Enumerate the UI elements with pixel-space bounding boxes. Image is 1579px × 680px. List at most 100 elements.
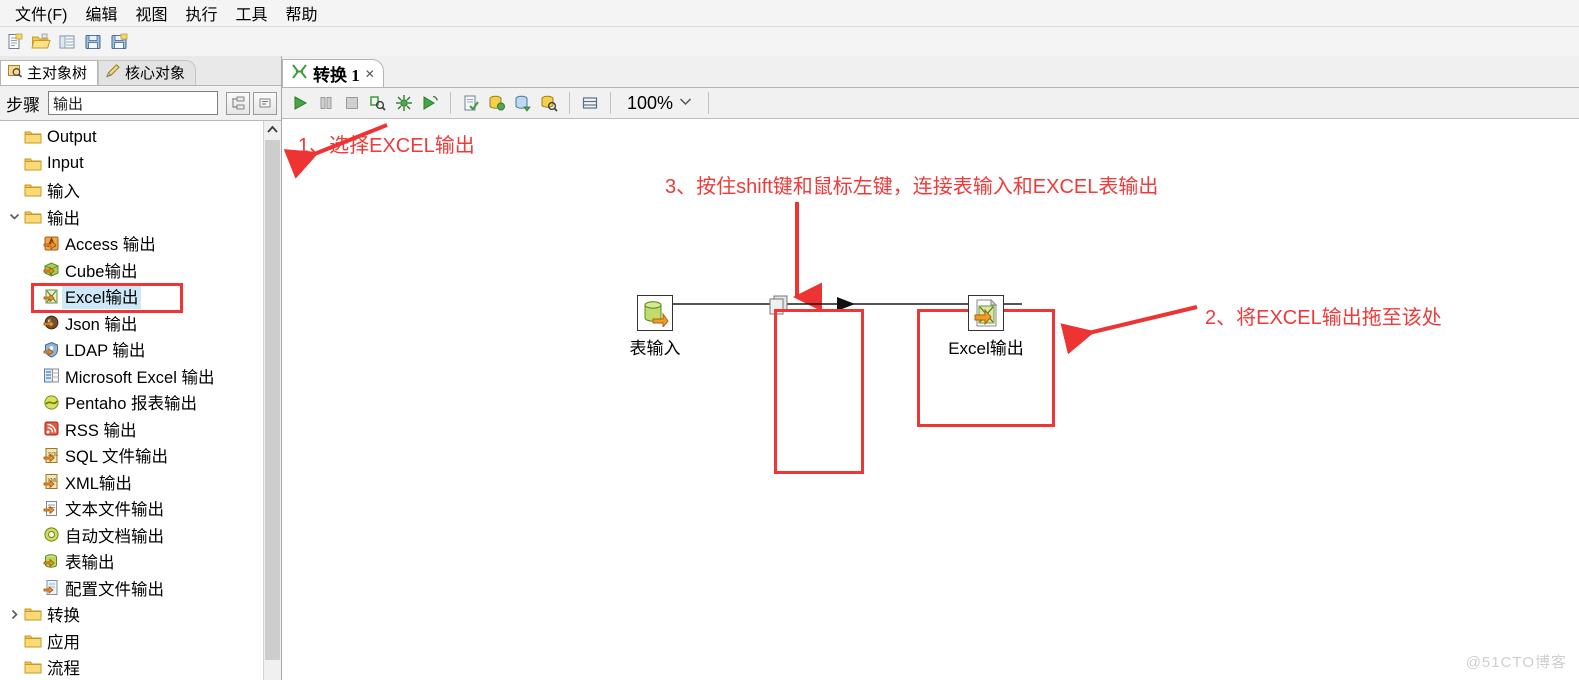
highlight-box-connection (774, 309, 864, 474)
table-output-icon (40, 553, 62, 570)
tree-item-label: 自动文档输出 (65, 527, 164, 546)
close-icon[interactable]: ✕ (365, 67, 375, 81)
tree-item-label: Access 输出 (65, 236, 156, 255)
folder-icon (22, 209, 44, 225)
scrollbar-thumb[interactable] (265, 140, 280, 660)
annotation-step-2: 2、将EXCEL输出拖至该处 (1205, 307, 1442, 329)
step-search-input[interactable]: 输出 (48, 91, 218, 115)
editor-toolbar: 100% (282, 88, 1579, 119)
chevron-down-icon[interactable] (679, 97, 692, 109)
annotation-arrow-2 (1060, 305, 1198, 355)
preview-button[interactable] (366, 91, 390, 115)
highlight-box-excel-output-tree-item (31, 283, 183, 313)
tree-item[interactable]: Output (0, 124, 264, 151)
show-grid-button[interactable] (578, 91, 602, 115)
folder-icon (22, 182, 44, 198)
tree-item-label: SQL 文件输出 (65, 448, 168, 467)
canvas-step-excel-output-label: Excel输出 (948, 339, 1024, 358)
tree-item[interactable]: Microsoft Excel 输出 (0, 363, 264, 390)
tree-item[interactable]: XML XML输出 (0, 469, 264, 496)
tree-item-label: 输入 (47, 183, 80, 202)
auto-doc-output-icon (40, 526, 62, 543)
tree-item[interactable]: RSS 输出 (0, 416, 264, 443)
tab-main-object-tree[interactable]: 主对象树 (0, 60, 99, 85)
chevron-right-icon[interactable] (6, 609, 22, 620)
generate-sql-button[interactable] (511, 91, 535, 115)
tree-item[interactable]: 输出 (0, 204, 264, 231)
pencil-icon (105, 63, 121, 83)
tree-item[interactable]: 配置文件输出 (0, 575, 264, 602)
steps-tree-list: Output Input 输入 输出 Access 输出 Cube输出 Excel输出 Jso… (0, 121, 264, 680)
xml-output-icon: XML (40, 473, 62, 490)
tree-item[interactable]: Json 输出 (0, 310, 264, 337)
main-split: 主对象树 核心对象 步骤 输出 Output Input 输入 输出 Acces… (0, 56, 1579, 680)
tree-item-label: 表输出 (65, 554, 115, 573)
tree-item[interactable]: Input (0, 151, 264, 178)
folder-icon (22, 659, 44, 675)
toolbar-separator-2 (569, 92, 570, 114)
tree-item[interactable]: 流程 (0, 654, 264, 680)
menu-help[interactable]: 帮助 (277, 0, 327, 27)
tree-item-label: 输出 (47, 209, 80, 228)
tree-item[interactable]: Access 输出 (0, 230, 264, 257)
step-search-row: 步骤 输出 (0, 86, 281, 120)
tab-transformation-1[interactable]: 转换 1 ✕ (282, 59, 384, 87)
canvas-step-table-input[interactable]: 表输入 (610, 295, 700, 359)
tree-vertical-scrollbar[interactable] (263, 121, 281, 680)
toolbar-separator-4 (708, 92, 710, 114)
tree-item[interactable]: 输入 (0, 177, 264, 204)
table-input-step-icon (637, 295, 673, 331)
tree-item[interactable]: 表输出 (0, 548, 264, 575)
tree-item[interactable]: Cube输出 (0, 257, 264, 284)
text-file-output-icon (40, 500, 62, 517)
save-as-button[interactable] (108, 31, 130, 53)
impact-analysis-button[interactable] (485, 91, 509, 115)
menu-edit[interactable]: 编辑 (76, 0, 126, 27)
menu-bar: 文件(F) 编辑 视图 执行 工具 帮助 (0, 0, 1579, 27)
repository-explorer-button[interactable] (56, 31, 78, 53)
tab-core-objects[interactable]: 核心对象 (98, 60, 197, 85)
inspect-data-button[interactable] (537, 91, 561, 115)
excel-output-step-icon (968, 295, 1004, 331)
cube-output-icon (40, 261, 62, 278)
menu-file[interactable]: 文件(F) (6, 0, 76, 27)
debug-button[interactable] (392, 91, 416, 115)
annotation-step-3: 3、按住shift键和鼠标左键，连接表输入和EXCEL表输出 (665, 176, 1159, 198)
tree-item[interactable]: 转换 (0, 601, 264, 628)
menu-run[interactable]: 执行 (176, 0, 226, 27)
left-panel: 主对象树 核心对象 步骤 输出 Output Input 输入 输出 Acces… (0, 56, 282, 680)
zoom-select[interactable]: 100% (619, 90, 700, 116)
main-toolbar (0, 27, 1579, 57)
stop-button[interactable] (340, 91, 364, 115)
collapse-all-button[interactable] (253, 91, 277, 115)
tree-item[interactable]: SQL SQL 文件输出 (0, 442, 264, 469)
canvas-step-excel-output[interactable]: Excel输出 (941, 295, 1031, 359)
replay-button[interactable] (418, 91, 442, 115)
open-file-button[interactable] (30, 31, 52, 53)
editor-tab-bar: 转换 1 ✕ (282, 56, 1579, 88)
menu-view[interactable]: 视图 (126, 0, 176, 27)
scroll-up-icon[interactable] (264, 121, 281, 138)
tree-item[interactable]: Pentaho 报表输出 (0, 389, 264, 416)
tree-item-label: RSS 输出 (65, 421, 137, 440)
folder-icon (22, 156, 44, 172)
new-transformation-button[interactable] (4, 31, 26, 53)
expand-all-button[interactable] (226, 91, 250, 115)
canvas-step-table-input-label: 表输入 (629, 339, 681, 358)
tree-item[interactable]: 文本文件输出 (0, 495, 264, 522)
tree-item-label: 流程 (47, 660, 80, 679)
tree-item-label: Pentaho 报表输出 (65, 395, 198, 414)
tree-item[interactable]: 应用 (0, 628, 264, 655)
tree-item[interactable]: 自动文档输出 (0, 522, 264, 549)
tree-item-label: XML输出 (65, 474, 132, 493)
pause-button[interactable] (314, 91, 338, 115)
tree-item[interactable]: LDAP 输出 (0, 336, 264, 363)
transformation-canvas[interactable]: 1、选择EXCEL输出 3、按住shift键和鼠标左键，连接表输入和EXCEL表… (282, 119, 1579, 680)
toolbar-separator (450, 92, 451, 114)
save-button[interactable] (82, 31, 104, 53)
verify-button[interactable] (459, 91, 483, 115)
run-button[interactable] (288, 91, 312, 115)
menu-tools[interactable]: 工具 (226, 0, 276, 27)
folder-icon (22, 129, 44, 145)
chevron-down-icon[interactable] (6, 212, 22, 221)
